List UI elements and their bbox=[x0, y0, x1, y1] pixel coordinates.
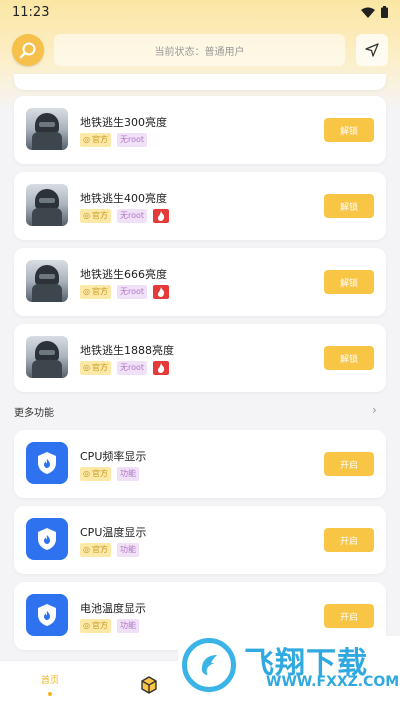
fire-icon bbox=[153, 361, 170, 375]
feature-tag: 功能 bbox=[116, 467, 139, 481]
fire-icon bbox=[153, 285, 170, 299]
no-root-tag: 无root bbox=[116, 133, 148, 147]
wifi-icon bbox=[361, 7, 375, 18]
tag-list: ◎ 官方 无root bbox=[80, 133, 148, 147]
active-tab-indicator bbox=[48, 692, 52, 696]
card-partial bbox=[14, 74, 386, 90]
unlock-button[interactable]: 解锁 bbox=[324, 194, 374, 218]
game-title: 地铁逃生300亮度 bbox=[80, 116, 167, 129]
unlock-button[interactable]: 解锁 bbox=[324, 270, 374, 294]
tag-list: ◎ 官方 功能 bbox=[80, 619, 139, 633]
app-header: 当前状态：普通用户 bbox=[0, 32, 400, 70]
no-root-tag: 无root bbox=[116, 209, 148, 223]
feature-title: CPU温度显示 bbox=[80, 526, 147, 539]
status-icons bbox=[361, 6, 388, 18]
official-tag: ◎ 官方 bbox=[80, 133, 111, 147]
status-bar: 11:23 bbox=[0, 0, 400, 24]
unlock-button[interactable]: 解锁 bbox=[324, 118, 374, 142]
official-tag: ◎ 官方 bbox=[80, 619, 111, 633]
game-card: 地铁逃生666亮度 ◎ 官方 无root 解锁 bbox=[14, 248, 386, 316]
feature-card: CPU温度显示 ◎ 官方 功能 开启 bbox=[14, 506, 386, 574]
no-root-tag: 无root bbox=[116, 361, 148, 375]
official-tag: ◎ 官方 bbox=[80, 361, 111, 375]
game-title: 地铁逃生400亮度 bbox=[80, 192, 167, 205]
feature-tag: 功能 bbox=[116, 543, 139, 557]
feature-title: 电池温度显示 bbox=[80, 602, 146, 615]
battery-icon bbox=[381, 6, 388, 18]
shield-icon bbox=[26, 594, 68, 636]
user-status-bar[interactable]: 当前状态：普通用户 bbox=[54, 34, 345, 66]
tag-list: ◎ 官方 无root bbox=[80, 209, 170, 223]
more-features-title: 更多功能 bbox=[14, 408, 54, 419]
game-card: 地铁逃生400亮度 ◎ 官方 无root 解锁 bbox=[14, 172, 386, 240]
shield-icon bbox=[26, 518, 68, 560]
unlock-button[interactable]: 解锁 bbox=[324, 346, 374, 370]
send-icon bbox=[365, 43, 379, 57]
enable-button[interactable]: 开启 bbox=[324, 452, 374, 476]
tag-list: ◎ 官方 功能 bbox=[80, 543, 139, 557]
box-icon[interactable] bbox=[140, 676, 158, 694]
official-tag: ◎ 官方 bbox=[80, 209, 111, 223]
official-tag: ◎ 官方 bbox=[80, 467, 111, 481]
game-thumbnail-icon bbox=[26, 336, 68, 378]
tag-list: ◎ 官方 无root bbox=[80, 285, 170, 299]
official-tag: ◎ 官方 bbox=[80, 543, 111, 557]
watermark-logo bbox=[182, 638, 236, 692]
fire-icon bbox=[153, 209, 170, 223]
enable-button[interactable]: 开启 bbox=[324, 528, 374, 552]
official-tag: ◎ 官方 bbox=[80, 285, 111, 299]
game-title: 地铁逃生1888亮度 bbox=[80, 344, 174, 357]
tab-home[interactable]: 首页 bbox=[30, 673, 70, 686]
tag-list: ◎ 官方 无root bbox=[80, 361, 170, 375]
chevron-right-icon[interactable]: › bbox=[372, 403, 377, 417]
logo-icon[interactable] bbox=[12, 34, 44, 66]
no-root-tag: 无root bbox=[116, 285, 148, 299]
watermark-url: WWW.FXXZ.COM bbox=[266, 674, 400, 690]
status-time: 11:23 bbox=[12, 4, 50, 20]
feature-tag: 功能 bbox=[116, 619, 139, 633]
game-title: 地铁逃生666亮度 bbox=[80, 268, 167, 281]
enable-button[interactable]: 开启 bbox=[324, 604, 374, 628]
game-thumbnail-icon bbox=[26, 108, 68, 150]
user-status-text: 当前状态：普通用户 bbox=[154, 46, 245, 58]
game-thumbnail-icon bbox=[26, 184, 68, 226]
game-card: 地铁逃生300亮度 ◎ 官方 无root 解锁 bbox=[14, 96, 386, 164]
feature-card: CPU频率显示 ◎ 官方 功能 开启 bbox=[14, 430, 386, 498]
tag-list: ◎ 官方 功能 bbox=[80, 467, 139, 481]
shield-icon bbox=[26, 442, 68, 484]
feature-title: CPU频率显示 bbox=[80, 450, 147, 463]
game-card: 地铁逃生1888亮度 ◎ 官方 无root 解锁 bbox=[14, 324, 386, 392]
watermark: 飞翔下载 WWW.FXXZ.COM bbox=[178, 636, 400, 694]
send-button[interactable] bbox=[356, 34, 388, 66]
game-thumbnail-icon bbox=[26, 260, 68, 302]
